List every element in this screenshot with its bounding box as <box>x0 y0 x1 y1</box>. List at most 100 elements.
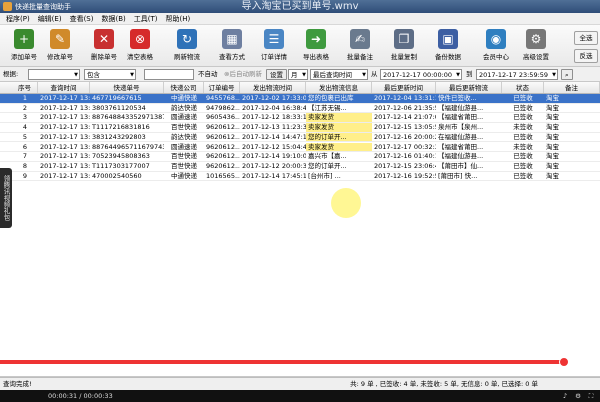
table-cell: 【福建仙游县... <box>438 152 484 161</box>
invert-selection-button[interactable]: 反选 <box>574 49 598 63</box>
table-cell: 9620612... <box>206 142 240 151</box>
side-promo-tab[interactable]: 领腾讯视频礼包 <box>0 168 12 228</box>
refresh-icon: ↻ <box>177 29 197 49</box>
table-row[interactable]: 4 2017-12-17 13:51:38T1117216831816 百世快递 96… <box>0 123 600 133</box>
x-icon: ✕ <box>94 29 114 49</box>
table-cell: 2017-12-17 00:32:39 <box>374 142 436 151</box>
menu-item[interactable]: 数据(B) <box>97 13 129 25</box>
column-header[interactable]: 发出物流时间 <box>240 82 306 93</box>
pencil-icon: ✎ <box>50 29 70 49</box>
table-cell: 2017-12-02 17:33:05 <box>242 94 306 102</box>
column-header[interactable]: 查询时间 <box>38 82 90 93</box>
table-cell: 百世快递 <box>171 152 197 161</box>
table-cell: 9455768... <box>206 94 240 102</box>
table-cell: 3803761120534 <box>92 103 146 112</box>
clear-table-button[interactable]: ⊗ 清空表格 <box>120 29 160 63</box>
volume-icon[interactable]: ♪ <box>560 390 570 402</box>
export-table-button[interactable]: ➜ 导出表格 <box>296 29 336 63</box>
table-cell: 您的订单开... <box>308 161 347 170</box>
table-cell: 圆通速递 <box>171 113 197 122</box>
table-cell: 2017-12-17 13:51:38 <box>40 132 90 141</box>
settings-button[interactable]: 设置 <box>266 69 287 80</box>
refresh-logistics-button[interactable]: ↻ 刷新物流 <box>167 29 207 63</box>
table-cell: 3 <box>22 113 28 122</box>
auto-refresh-toggle[interactable]: ⊗后自动刷新 <box>224 69 262 80</box>
globe-icon: ◉ <box>486 29 506 49</box>
table-cell: T1117303177007 <box>92 161 150 170</box>
filter-bar: 根据: ▼ 包含 ▼ 不自动 ⊗后自动刷新 设置 月 ▼ 最后查询时间 ▼ 从 201… <box>0 67 600 82</box>
column-header[interactable]: 快递单号 <box>90 82 164 93</box>
table-cell: 1016565... <box>206 171 240 180</box>
video-progress-knob[interactable] <box>559 357 569 367</box>
status-summary: 共: 9 单 , 已签收: 4 单, 未签收: 5 单, 无信息: 0 单, 已… <box>350 380 538 388</box>
search-button[interactable]: ⌕ <box>561 69 573 80</box>
table-cell: 887644965711679743 <box>92 142 164 151</box>
table-cell: 2017-12-17 13:51:37 <box>40 142 90 151</box>
batch-copy-button[interactable]: ❐ 批量复制 <box>384 29 424 63</box>
table-cell: 已签收 <box>513 94 533 102</box>
menu-item[interactable]: 编辑(E) <box>34 13 66 25</box>
advanced-settings-button[interactable]: ⚙ 高级设置 <box>516 29 556 63</box>
column-header[interactable]: 发出物流信息 <box>306 82 372 93</box>
sort-field-select[interactable]: 最后查询时间 ▼ <box>310 69 368 80</box>
table-cell: 已签收 <box>513 103 533 112</box>
table-row[interactable]: 7 2017-12-17 13:51:4870523945808363 百世快递 96… <box>0 152 600 162</box>
table-row[interactable]: 2 2017-12-17 13:51:403803761120534 韵达快递 947… <box>0 104 600 114</box>
match-mode-select[interactable]: 包含 ▼ <box>84 69 136 80</box>
table-cell: 470002540560 <box>92 171 142 180</box>
view-mode-button[interactable]: ▦ 查看方式 <box>212 29 252 63</box>
chevron-down-icon: ▼ <box>74 72 78 78</box>
from-label: 从 <box>371 70 378 78</box>
title-bar: 快递批量查询助手 导入淘宝已买到单号.wmv <box>0 0 600 13</box>
toolbar-label: 添加单号 <box>11 53 37 61</box>
table-row[interactable]: 3 2017-12-17 13:51:39887648843352971387 圆通… <box>0 113 600 124</box>
table-cell: 2017-12-17 13:51:40 <box>40 103 90 112</box>
table-cell: 已签收 <box>513 152 533 161</box>
to-time-input[interactable]: 2017-12-17 23:59:59 ▼ <box>476 69 558 80</box>
unit-select[interactable]: 月 ▼ <box>288 69 308 80</box>
table-row[interactable]: 1 2017-12-17 13:51:40467719667615 中通快递 9455… <box>0 94 600 104</box>
table-cell: 快件已签收... <box>438 94 477 102</box>
column-header[interactable]: 状态 <box>502 82 544 93</box>
video-progress-bar[interactable] <box>0 357 600 367</box>
column-header[interactable]: 序号 <box>12 82 38 93</box>
select-all-button[interactable]: 全选 <box>574 31 598 45</box>
menu-item[interactable]: 帮助(H) <box>162 13 195 25</box>
table-cell: 卖家发货 <box>306 142 372 152</box>
table-cell: 韵达快递 <box>171 132 197 141</box>
table-cell: 淘宝 <box>546 113 559 122</box>
table-cell: 9605436... <box>206 113 240 122</box>
table-row[interactable]: 8 2017-12-17 13:51:48T1117303177007 百世快递 96… <box>0 162 600 172</box>
select-buttons: 全选 反选 <box>574 31 598 67</box>
filter-keyword-input[interactable] <box>144 69 194 80</box>
edit-order-button[interactable]: ✎ 修改单号 <box>40 29 80 63</box>
add-order-button[interactable]: + 添加单号 <box>4 29 44 63</box>
batch-remark-button[interactable]: ✍ 批量备注 <box>340 29 380 63</box>
member-center-button[interactable]: ◉ 会员中心 <box>476 29 516 63</box>
filter-field-select[interactable]: ▼ <box>28 69 80 80</box>
fullscreen-icon[interactable]: ⛶ <box>586 390 596 402</box>
settings-icon[interactable]: ⚙ <box>573 390 583 402</box>
menu-item[interactable]: 程序(P) <box>2 13 34 25</box>
table-cell: 9620612... <box>206 132 240 141</box>
table-row[interactable]: 6 2017-12-17 13:51:37887644965711679743 圆通… <box>0 142 600 153</box>
backup-data-button[interactable]: ▣ 备份数据 <box>428 29 468 63</box>
table-cell: 圆通速递 <box>171 142 197 151</box>
menu-item[interactable]: 工具(T) <box>130 13 162 25</box>
delete-order-button[interactable]: ✕ 删除单号 <box>84 29 124 63</box>
column-header[interactable]: 备注 <box>544 82 600 93</box>
table-cell: 9620612... <box>206 161 240 170</box>
menu-item[interactable]: 查看(S) <box>66 13 98 25</box>
video-control-bar: 00:00:31 / 00:00:33 ♪ ⚙ ⛶ <box>0 390 600 402</box>
table-cell: 467719667615 <box>92 94 142 102</box>
column-header[interactable]: 订单编号 <box>204 82 240 93</box>
table-row[interactable]: 5 2017-12-17 13:51:383831243292803 韵达快递 962… <box>0 132 600 143</box>
view-icon: ▦ <box>222 29 242 49</box>
table-row[interactable]: 9 2017-12-17 13:51:47470002540560 中通快递 1016… <box>0 172 600 182</box>
column-header[interactable]: 快递公司 <box>164 82 204 93</box>
table-cell: 2017-12-17 13:51:48 <box>40 161 90 170</box>
column-header[interactable]: 最后更新时间 <box>372 82 436 93</box>
from-time-input[interactable]: 2017-12-17 00:00:00 ▼ <box>380 69 462 80</box>
order-detail-button[interactable]: ☰ 订单详情 <box>254 29 294 63</box>
column-header[interactable]: 最后更新物流 <box>436 82 502 93</box>
